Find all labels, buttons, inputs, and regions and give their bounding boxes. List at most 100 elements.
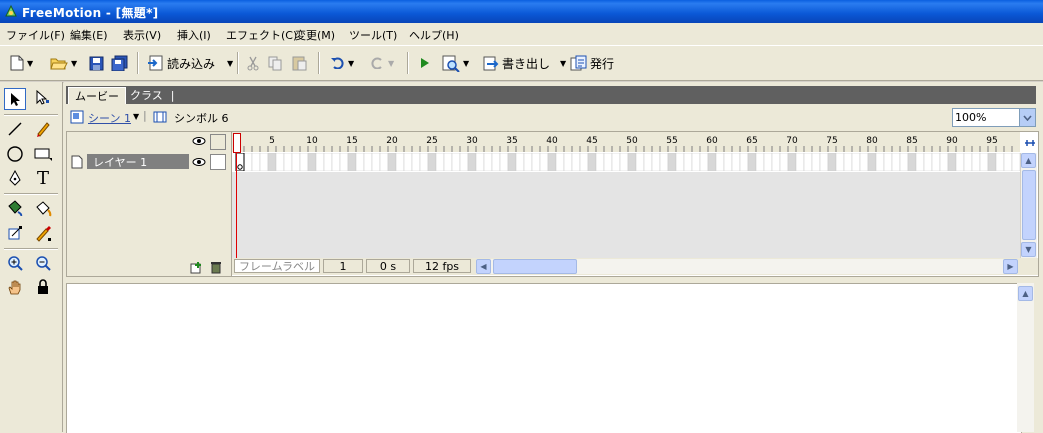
frame-cell[interactable]	[931, 153, 941, 171]
frame-cell[interactable]	[699, 153, 709, 171]
frame-cell[interactable]	[795, 153, 805, 171]
breadcrumb-symbol[interactable]: シンボル 6	[174, 110, 229, 126]
trash-icon[interactable]	[209, 260, 223, 274]
keyframe-cell[interactable]	[235, 153, 245, 171]
frame-cell[interactable]	[579, 153, 589, 171]
menu-insert[interactable]: 挿入(I)	[177, 27, 211, 43]
frame-cell[interactable]	[819, 153, 829, 171]
frame-cell[interactable]	[915, 153, 925, 171]
text-tool[interactable]: T	[32, 167, 54, 189]
frame-cell[interactable]	[923, 153, 933, 171]
import-button[interactable]: 読み込み ▼	[147, 53, 233, 73]
pen-tool[interactable]	[4, 167, 26, 189]
new-button[interactable]: ▼	[10, 53, 33, 73]
frame-cell[interactable]	[363, 153, 373, 171]
chevron-down-icon[interactable]: ▼	[463, 59, 469, 68]
frame-cell[interactable]	[675, 153, 685, 171]
frame-cell[interactable]	[539, 153, 549, 171]
frame-cell[interactable]	[259, 153, 269, 171]
frame-cell[interactable]	[243, 153, 253, 171]
lock-tool[interactable]	[32, 276, 54, 298]
frame-cell[interactable]	[547, 153, 557, 171]
frame-cell[interactable]	[531, 153, 541, 171]
menu-effect[interactable]: エフェクト(C)	[226, 27, 297, 43]
frame-cell[interactable]	[907, 153, 917, 171]
eyedropper-tool[interactable]	[32, 222, 54, 244]
frame-cell[interactable]	[507, 153, 517, 171]
frame-cell[interactable]	[947, 153, 957, 171]
frame-cell[interactable]	[435, 153, 445, 171]
publish-button[interactable]: 発行	[570, 53, 614, 73]
frame-cell[interactable]	[843, 153, 853, 171]
frame-cell[interactable]	[331, 153, 341, 171]
frame-cell[interactable]	[419, 153, 429, 171]
frame-cell[interactable]	[315, 153, 325, 171]
frame-cell[interactable]	[875, 153, 885, 171]
frame-cell[interactable]	[739, 153, 749, 171]
frame-cell[interactable]	[611, 153, 621, 171]
scroll-right-button[interactable]: ▶	[1003, 259, 1018, 274]
scroll-thumb[interactable]	[1022, 170, 1036, 240]
frame-cell[interactable]	[283, 153, 293, 171]
frame-cell[interactable]	[587, 153, 597, 171]
chevron-down-icon[interactable]	[1019, 109, 1035, 126]
playhead-handle[interactable]	[233, 133, 241, 153]
chevron-down-icon[interactable]: ▼	[133, 112, 139, 121]
frame-cell[interactable]	[955, 153, 965, 171]
frame-cell[interactable]	[299, 153, 309, 171]
frame-cell[interactable]	[691, 153, 701, 171]
ink-bottle-tool[interactable]	[4, 197, 26, 219]
paint-bucket-tool[interactable]	[32, 197, 54, 219]
layer-name[interactable]: レイヤー 1	[87, 154, 189, 169]
oval-tool[interactable]	[4, 143, 26, 165]
frame-cell[interactable]	[971, 153, 981, 171]
cut-button[interactable]	[246, 53, 260, 73]
eye-icon[interactable]	[192, 136, 206, 146]
chevron-down-icon[interactable]: ▼	[71, 59, 77, 68]
scroll-down-button[interactable]: ▼	[1021, 242, 1036, 257]
frame-cell[interactable]	[851, 153, 861, 171]
frame-cell[interactable]	[619, 153, 629, 171]
frame-cell[interactable]	[787, 153, 797, 171]
copy-button[interactable]	[268, 53, 283, 73]
frame-cell[interactable]	[987, 153, 997, 171]
frame-cell[interactable]	[731, 153, 741, 171]
frame-cell[interactable]	[571, 153, 581, 171]
scroll-thumb[interactable]	[493, 259, 577, 274]
frame-cell[interactable]	[635, 153, 645, 171]
subselect-tool[interactable]	[32, 87, 54, 109]
save-button[interactable]	[89, 53, 104, 73]
zoom-out-tool[interactable]	[32, 252, 54, 274]
frame-cell[interactable]	[867, 153, 877, 171]
frame-cell[interactable]	[323, 153, 333, 171]
hand-tool[interactable]	[4, 276, 26, 298]
frame-cell[interactable]	[995, 153, 1005, 171]
playhead[interactable]	[236, 152, 237, 258]
frame-cell[interactable]	[659, 153, 669, 171]
stage-vertical-scrollbar[interactable]: ▲	[1017, 283, 1034, 432]
zoom-in-tool[interactable]	[4, 252, 26, 274]
outline-toggle[interactable]	[210, 134, 226, 150]
play-button[interactable]	[418, 53, 430, 73]
scroll-up-button[interactable]: ▲	[1018, 286, 1033, 301]
scroll-left-button[interactable]: ◀	[476, 259, 491, 274]
chevron-down-icon[interactable]: ▼	[348, 59, 354, 68]
frame-cell[interactable]	[347, 153, 357, 171]
frame-cell[interactable]	[491, 153, 501, 171]
layer-outline-toggle[interactable]	[210, 154, 226, 170]
frame-cell[interactable]	[667, 153, 677, 171]
frame-cell[interactable]	[499, 153, 509, 171]
stage-canvas[interactable]	[66, 283, 1022, 433]
timeline-vertical-scrollbar[interactable]: ▲ ▼	[1020, 153, 1037, 258]
breadcrumb-scene[interactable]: シーン 1	[88, 110, 131, 126]
menu-edit[interactable]: 編集(E)	[70, 27, 108, 43]
tab-movie[interactable]: ムービー	[68, 87, 126, 104]
frame-cell[interactable]	[771, 153, 781, 171]
frame-cell[interactable]	[803, 153, 813, 171]
paste-button[interactable]	[292, 53, 307, 73]
layer-row[interactable]: レイヤー 1	[67, 153, 229, 171]
frame-cell[interactable]	[379, 153, 389, 171]
line-tool[interactable]	[4, 118, 26, 140]
frame-cell[interactable]	[371, 153, 381, 171]
menu-view[interactable]: 表示(V)	[123, 27, 161, 43]
